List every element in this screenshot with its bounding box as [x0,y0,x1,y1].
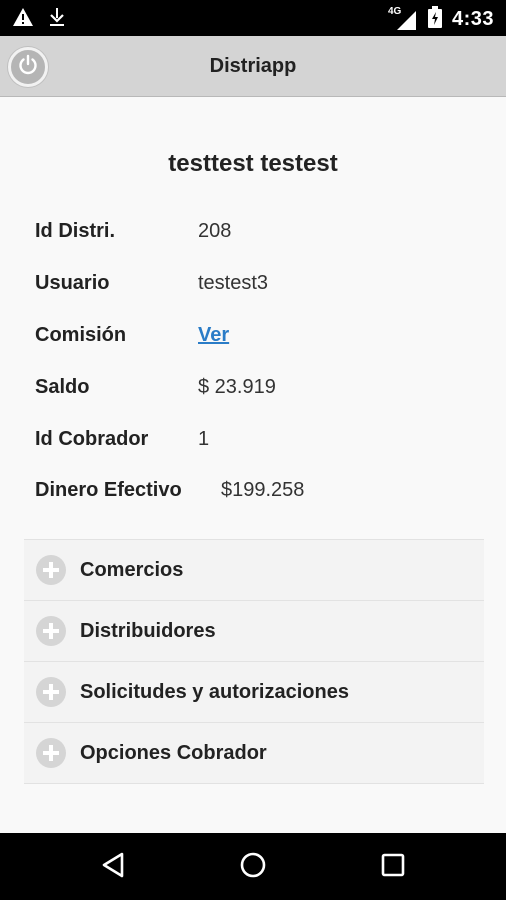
menu-item-label: Opciones Cobrador [80,741,267,764]
info-label: Id Cobrador [35,427,149,450]
info-label: Comisión [35,323,127,346]
info-value-id-cobrador: 1 [198,428,210,450]
info-value-id-distri: 208 [198,220,232,242]
info-row-saldo: Saldo [35,372,89,402]
status-time: 4:33 [451,8,494,30]
app-bar: Distriapp [0,36,506,97]
info-row-comision: Comisión [35,320,126,350]
menu-item-distribuidores[interactable]: Distribuidores [24,601,484,662]
main-content: testtest testest Id Distri. 208 Usuario … [0,97,506,833]
network-type-label: 4G [387,5,402,17]
user-full-name: testtest testest [168,150,338,177]
navigation-bar [0,833,506,900]
status-bar: 4G 4:33 [0,0,506,36]
recents-button[interactable] [377,851,409,883]
plus-icon [36,555,66,585]
info-value-saldo: $ 23.919 [198,376,276,398]
info-row-id-distri: Id Distri. [35,216,115,246]
menu-item-label: Solicitudes y autorizaciones [80,680,349,703]
info-label: Dinero Efectivo [35,478,182,501]
menu-item-opciones-cobrador[interactable]: Opciones Cobrador [24,723,484,784]
menu-item-label: Comercios [80,558,184,581]
recents-icon [380,852,406,883]
info-value-usuario: testest3 [198,272,269,294]
menu-item-solicitudes[interactable]: Solicitudes y autorizaciones [24,662,484,723]
battery-icon [427,6,442,33]
back-button[interactable] [97,851,129,883]
info-value-dinero-efectivo: $199.258 [221,479,305,501]
back-icon [100,851,126,884]
info-label: Usuario [35,271,110,294]
home-icon [239,851,267,884]
menu-accordion: Comercios Distribuidores Solicitudes y a… [24,539,484,784]
info-label: Id Distri. [35,219,116,242]
info-row-usuario: Usuario [35,268,109,298]
info-row-dinero-efectivo: Dinero Efectivo [35,475,182,505]
plus-icon [36,738,66,768]
signal-icon: 4G [388,6,418,31]
app-title: Distriapp [209,55,297,77]
menu-item-label: Distribuidores [80,619,216,642]
info-row-id-cobrador: Id Cobrador [35,424,148,454]
plus-icon [36,677,66,707]
plus-icon [36,616,66,646]
menu-item-comercios[interactable]: Comercios [24,540,484,601]
download-icon [48,7,66,32]
warning-icon [12,7,34,32]
comision-ver-link[interactable]: Ver [198,324,229,347]
app-screen: 4G 4:33 Distriapp testtest testest Id Di… [0,0,506,900]
home-button[interactable] [237,851,269,883]
info-label: Saldo [35,375,90,398]
